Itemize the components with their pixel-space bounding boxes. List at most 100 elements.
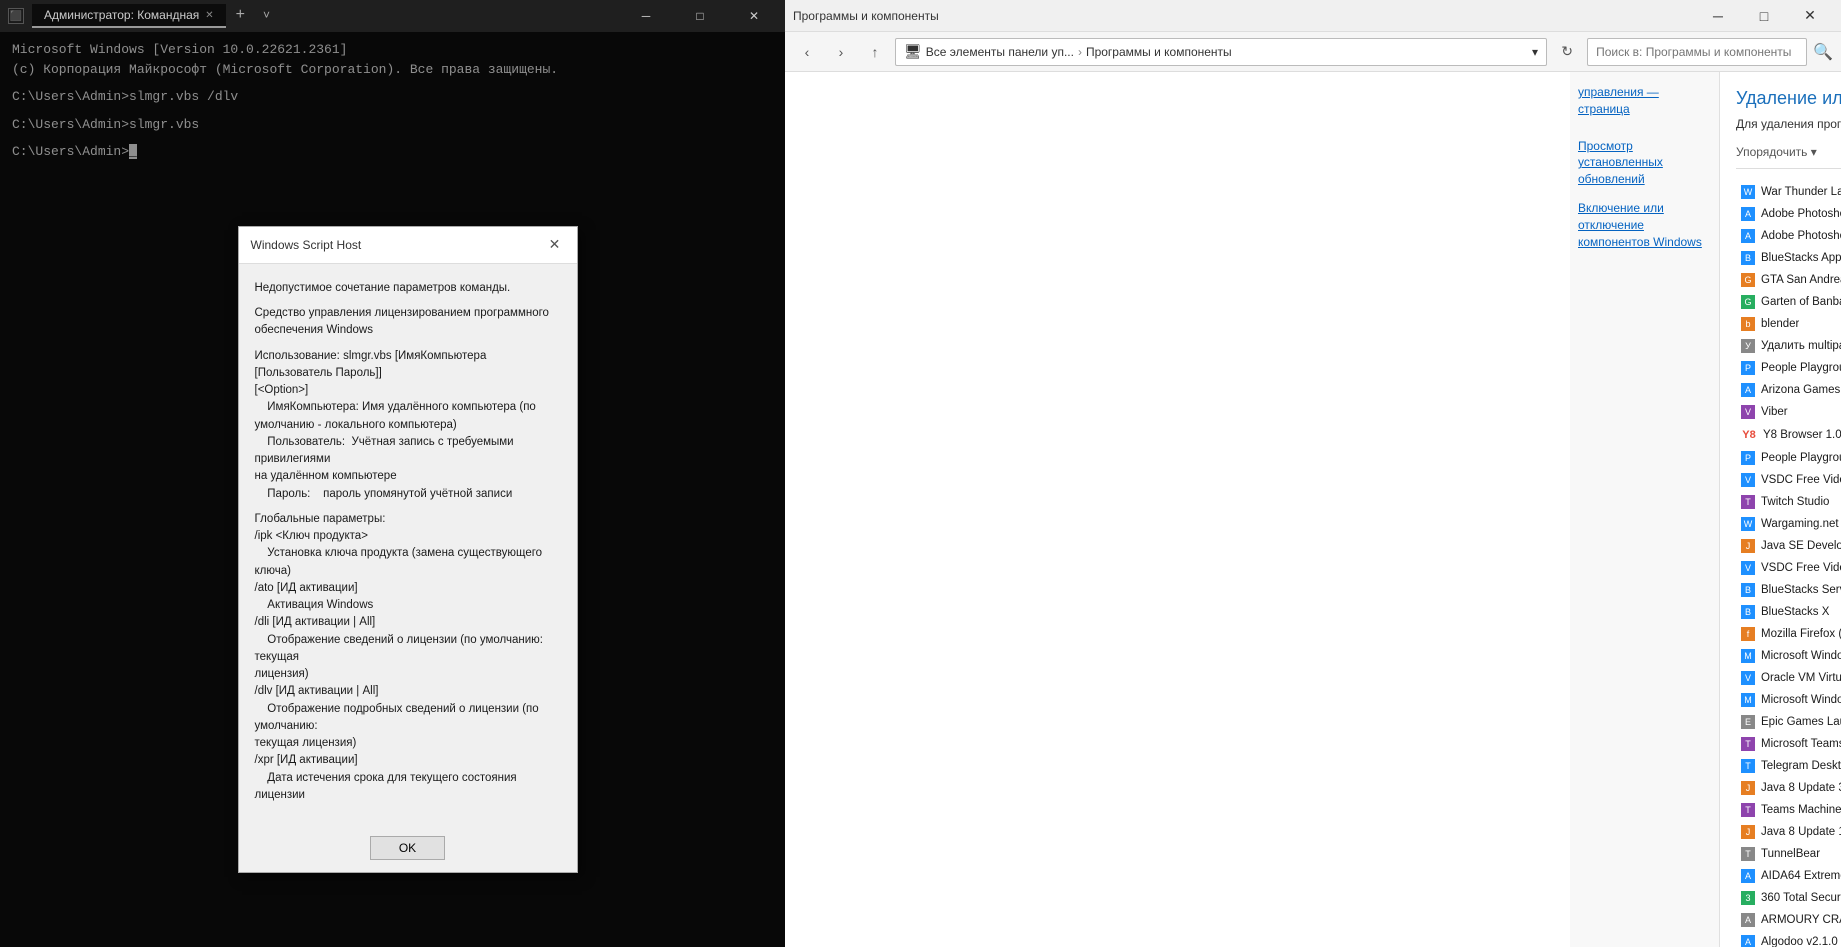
cp-minimize-button[interactable]: ─ <box>1695 0 1741 32</box>
prog-garten[interactable]: GGarten of Banban 3 v1.0.2 <box>1736 291 1841 313</box>
dialog-close-button[interactable]: ✕ <box>545 235 565 255</box>
prog-java8u191[interactable]: JJava SE Development Kit 8 Update 191 <box>1736 535 1841 557</box>
cp-maximize-button[interactable]: □ <box>1741 0 1787 32</box>
prog-arizona[interactable]: AArizona Games Launcher 0.0.68 <box>1736 379 1841 401</box>
prog-epicgames[interactable]: EEpic Games Launcher <box>1736 711 1841 733</box>
sidebar-manage-link[interactable]: управления — страница <box>1578 84 1711 118</box>
prog-y8[interactable]: Y8Y8 Browser 1.0.10 <box>1736 423 1841 447</box>
prog-telegram[interactable]: TTelegram Desktop <box>1736 755 1841 777</box>
new-tab-icon: + <box>236 6 245 24</box>
prog-icon-vsdc7: V <box>1741 561 1755 575</box>
dialog-body: Недопустимое сочетание параметров команд… <box>239 264 577 828</box>
dialog-ok-button[interactable]: OK <box>370 836 445 860</box>
cmd-tab-new[interactable]: + <box>228 2 253 30</box>
cp-address-part2: Программы и компоненты <box>1086 45 1232 59</box>
cp-window-controls: ─ □ ✕ <box>1695 0 1833 32</box>
prog-mswdr7[interactable]: MMicrosoft Windows Desktop Runtime - 7.0… <box>1736 645 1841 667</box>
sidebar-link-updates[interactable]: Просмотр установленных обновлений <box>1578 138 1711 188</box>
dialog-tool-title: Средство управления лицензированием прог… <box>255 305 561 340</box>
wsh-dialog: Windows Script Host ✕ Недопустимое сочет… <box>238 226 578 873</box>
dialog-error: Недопустимое сочетание параметров команд… <box>255 280 561 297</box>
cp-close-button[interactable]: ✕ <box>1787 0 1833 32</box>
prog-tunnelbear[interactable]: TTunnelBear <box>1736 843 1841 865</box>
cp-programs-toolbar: Упорядочить ▾ ≡ ⊞ ℹ <box>1736 143 1841 169</box>
sidebar-link-features[interactable]: Включение или отключение компонентов Win… <box>1578 200 1711 250</box>
cp-window-title: Программы и компоненты <box>793 9 939 23</box>
prog-bss[interactable]: BBlueStacks Services <box>1736 579 1841 601</box>
prog-icon-blender: b <box>1741 317 1755 331</box>
dialog-overlay: Windows Script Host ✕ Недопустимое сочет… <box>0 32 785 947</box>
prog-people126[interactable]: PPeople Playground v1.26.6 <box>1736 357 1841 379</box>
cp-back-button[interactable]: ‹ <box>793 38 821 66</box>
prog-icon-algodoo: A <box>1741 935 1755 947</box>
prog-msteams[interactable]: TMicrosoft Teams <box>1736 733 1841 755</box>
prog-icon-multipack1: У <box>1741 339 1755 353</box>
cmd-minimize-button[interactable]: ─ <box>623 0 669 32</box>
prog-icon-arizona: A <box>1741 383 1755 397</box>
prog-firefox[interactable]: fMozilla Firefox (x64 ru) <box>1736 623 1841 645</box>
prog-icon-photoshop2022: A <box>1741 207 1755 221</box>
prog-icon-aida64: A <box>1741 869 1755 883</box>
prog-people127[interactable]: PPeople Playground v1.27p2 <box>1736 447 1841 469</box>
cmd-window: ⬛ Администратор: Командная ✕ + ˅ ─ □ ✕ M… <box>0 0 785 947</box>
prog-wargaming[interactable]: WWargaming.net Game Center <box>1736 513 1841 535</box>
prog-java351[interactable]: JJava 8 Update 351 (64-bit) <box>1736 777 1841 799</box>
prog-photoshopcc[interactable]: AAdobe Photoshop CC 2019 <box>1736 225 1841 247</box>
prog-icon-mswdr7: M <box>1741 649 1755 663</box>
cp-address-expand-icon[interactable]: ▾ <box>1532 45 1538 59</box>
cmd-tab-label: Администратор: Командная <box>44 8 199 22</box>
prog-twitch[interactable]: TTwitch Studio <box>1736 491 1841 513</box>
prog-icon-java191: J <box>1741 825 1755 839</box>
cp-refresh-button[interactable]: ↻ <box>1553 38 1581 66</box>
prog-java191[interactable]: JJava 8 Update 191 <box>1736 821 1841 843</box>
prog-icon-garten: G <box>1741 295 1755 309</box>
prog-icon-bsx: B <box>1741 605 1755 619</box>
cmd-maximize-button[interactable]: □ <box>677 0 723 32</box>
cp-forward-button[interactable]: › <box>827 38 855 66</box>
prog-icon-virtualbox: V <box>1741 671 1755 685</box>
cp-search-button[interactable]: 🔍 <box>1813 42 1833 62</box>
prog-icon-bss: B <box>1741 583 1755 597</box>
cmd-tab-close[interactable]: ✕ <box>205 10 213 21</box>
prog-icon-twitch: T <box>1741 495 1755 509</box>
cmd-tab-admin[interactable]: Администратор: Командная ✕ <box>32 4 226 28</box>
prog-icon-people126: P <box>1741 361 1755 375</box>
cmd-close-button[interactable]: ✕ <box>731 0 777 32</box>
prog-bluestacks[interactable]: BBlueStacks App Player <box>1736 247 1841 269</box>
prog-icon-armoury: A <box>1741 913 1755 927</box>
prog-photoshop2022[interactable]: AAdobe Photoshop 2022 <box>1736 203 1841 225</box>
prog-icon-tunnelbear: T <box>1741 847 1755 861</box>
prog-icon-wargaming: W <box>1741 517 1755 531</box>
prog-aida64[interactable]: AAIDA64 Extreme v6.90 <box>1736 865 1841 887</box>
prog-bsx[interactable]: BBlueStacks X <box>1736 601 1841 623</box>
cp-sidebar: управления — страница Просмотр установле… <box>1570 72 1720 947</box>
prog-algodoo[interactable]: AAlgodoo v2.1.0 <box>1736 931 1841 947</box>
prog-armoury[interactable]: AARMOURY CRATE Lite Service <box>1736 909 1841 931</box>
cp-up-button[interactable]: ↑ <box>861 38 889 66</box>
prog-war-thunder[interactable]: WWar Thunder Launcher 1.0.3.394 <box>1736 181 1841 203</box>
prog-vsdc8[interactable]: VVSDC Free Video Editor, версия 8.2.3.47… <box>1736 469 1841 491</box>
prog-multipack1[interactable]: УУдалить multipack <box>1736 335 1841 357</box>
prog-blender[interactable]: bblender <box>1736 313 1841 335</box>
prog-icon-firefox: f <box>1741 627 1755 641</box>
prog-teamsmwi[interactable]: TTeams Machine-Wide Installer <box>1736 799 1841 821</box>
cp-address-part1: Все элементы панели уп... <box>926 45 1074 59</box>
dialog-global-params: Глобальные параметры:/ipk <Ключ продукта… <box>255 511 561 804</box>
cmd-titlebar: ⬛ Администратор: Командная ✕ + ˅ ─ □ ✕ <box>0 0 785 32</box>
prog-icon-mswdr6: M <box>1741 693 1755 707</box>
dialog-footer: OK <box>239 828 577 872</box>
prog-gta[interactable]: GGTA San Andreas MultiPlayer v0.3.7 <box>1736 269 1841 291</box>
cp-search-input[interactable] <box>1587 38 1807 66</box>
cp-sort-button[interactable]: Упорядочить ▾ <box>1736 145 1817 159</box>
prog-icon-bluestacks: B <box>1741 251 1755 265</box>
prog-360ts[interactable]: 3360 Total Security <box>1736 887 1841 909</box>
cp-address-bar[interactable]: 🖥 Все элементы панели уп... › Программы … <box>895 38 1547 66</box>
prog-vsdc7[interactable]: VVSDC Free Video Editor, версия 7.2.1.43… <box>1736 557 1841 579</box>
cp-section-title: Удаление или изменение программы <box>1736 88 1841 109</box>
prog-virtualbox[interactable]: VOracle VM VirtualBox 7.0.8 <box>1736 667 1841 689</box>
prog-icon-war-thunder: W <box>1741 185 1755 199</box>
prog-viber[interactable]: VViber <box>1736 401 1841 423</box>
cp-main: Удаление или изменение программы Для уда… <box>1720 72 1841 947</box>
cmd-tab-more[interactable]: ˅ <box>255 4 278 28</box>
prog-mswdr6[interactable]: MMicrosoft Windows Desktop Runtime - 6.0… <box>1736 689 1841 711</box>
